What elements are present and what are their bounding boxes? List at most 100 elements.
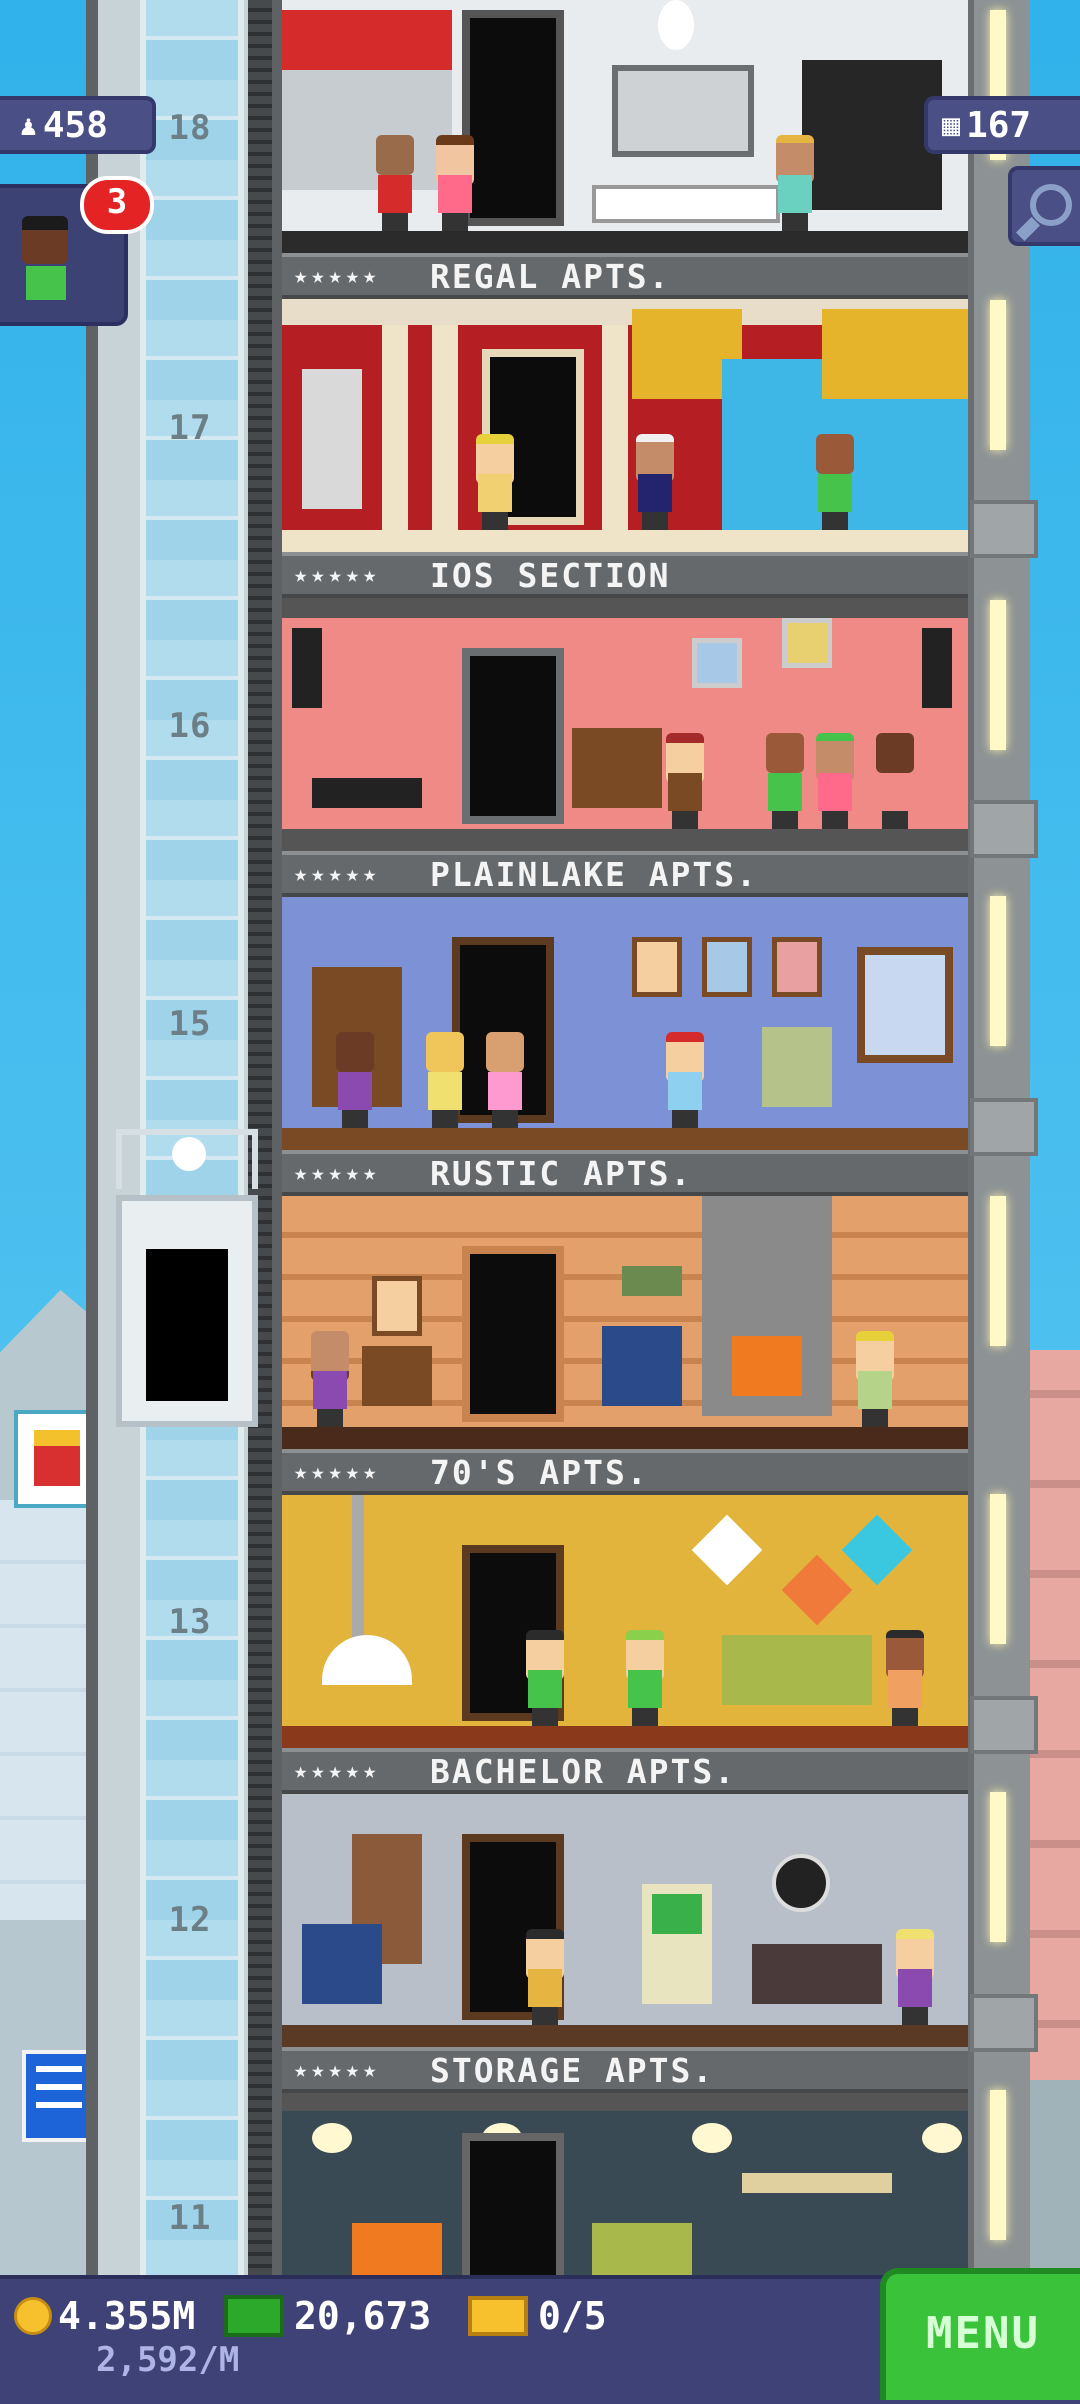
tenant-person[interactable] [622, 1630, 668, 1726]
tenant-person[interactable] [772, 135, 818, 231]
coins-counter[interactable]: 4.355M [14, 2294, 195, 2338]
tenant-person[interactable] [422, 1032, 468, 1128]
hanging-fireplace [322, 1635, 412, 1685]
tenant-person[interactable] [522, 1630, 568, 1726]
tenant-person[interactable] [372, 135, 418, 231]
floor-number-15: 15 [168, 1004, 212, 1044]
gold-curtain [822, 309, 968, 399]
floor-bachelor-apts[interactable]: ★★★★★ BACHELOR APTS. [282, 1495, 968, 1794]
tenant-person[interactable] [852, 1331, 898, 1427]
visitor-avatar [22, 216, 68, 264]
floor-number-11: 11 [168, 2198, 212, 2238]
room-interior [282, 2093, 968, 2275]
floor-name: IOS SECTION [430, 555, 671, 595]
floor-rating-stars: ★★★★★ [294, 2057, 381, 2083]
tenant-person[interactable] [662, 1032, 708, 1128]
room-door [462, 2133, 564, 2275]
floor-label-bar: ★★★★★ RUSTIC APTS. [282, 1150, 968, 1196]
tenant-person[interactable] [332, 1032, 378, 1128]
wall-frame [692, 638, 742, 688]
room-interior [282, 1196, 968, 1449]
floor-name: RUSTIC APTS. [430, 1153, 693, 1193]
hanging-fireplace-pipe [352, 1495, 364, 1645]
room-floor [282, 2025, 968, 2047]
right-light [990, 1196, 1006, 1346]
flower-decal [841, 1514, 913, 1586]
visitor-button[interactable]: 3 [0, 176, 154, 326]
window [857, 947, 953, 1063]
visitor-shirt [26, 266, 66, 300]
tenant-person[interactable] [432, 135, 478, 231]
room-interior [282, 1495, 968, 1748]
tenant-person[interactable] [812, 434, 858, 530]
orange-chair [352, 2223, 442, 2275]
floor-storage-apts[interactable]: ★★★★★ STORAGE APTS. [282, 1794, 968, 2093]
floor-plainlake-apts[interactable]: ★★★★★ PLAINLAKE APTS. [282, 598, 968, 897]
room-floor [282, 1427, 968, 1449]
tenant-person[interactable] [882, 1630, 928, 1726]
coin-icon [14, 2297, 52, 2335]
tenant-person[interactable] [892, 1929, 938, 2025]
tenant-person[interactable] [522, 1929, 568, 2025]
cabinet [572, 728, 662, 808]
right-light [990, 600, 1006, 750]
room-door [462, 1246, 564, 1422]
portrait-frame [702, 937, 752, 997]
fire [732, 1336, 802, 1396]
floor-rating-stars: ★★★★★ [294, 1160, 381, 1186]
floor-name: 70'S APTS. [430, 1452, 649, 1492]
floor-rating-stars: ★★★★★ [294, 1459, 381, 1485]
right-bracket [970, 500, 1038, 558]
bathtub [592, 185, 780, 223]
floor-label-bar: ★★★★★ IOS SECTION [282, 552, 968, 598]
tenant-person[interactable] [632, 434, 678, 530]
room-floor [282, 231, 968, 253]
ceiling-lamp-icon [658, 0, 694, 50]
marble-column [382, 325, 408, 530]
floors-counter[interactable]: ▦ 167 [924, 96, 1080, 154]
right-bracket [970, 1994, 1038, 2052]
tenant-person[interactable] [482, 1032, 528, 1128]
floor-70s-apts[interactable]: ★★★★★ 70'S APTS. [282, 1196, 968, 1495]
wall-shelf [742, 2173, 892, 2193]
floor-label-bar: ★★★★★ 70'S APTS. [282, 1449, 968, 1495]
tickets-counter[interactable]: 0/5 [468, 2294, 607, 2338]
floor-number-12: 12 [168, 1900, 212, 1940]
tenant-person[interactable] [662, 733, 708, 829]
floor-rustic-apts[interactable]: ★★★★★ RUSTIC APTS. [282, 897, 968, 1196]
room-interior [282, 299, 968, 552]
portrait-frame [372, 1276, 422, 1336]
bux-value: 20,673 [294, 2294, 432, 2338]
floor-regal-apts[interactable]: ★★★★★ REGAL APTS. [282, 0, 968, 299]
bux-icon [224, 2295, 284, 2337]
elevator-car[interactable] [116, 1129, 258, 1427]
search-button[interactable] [1008, 166, 1080, 246]
population-counter[interactable]: ♟ 458 [0, 96, 156, 154]
coin-rate: 2,592/M [96, 2340, 240, 2380]
fries-icon [34, 1430, 80, 1486]
right-light [990, 2090, 1006, 2240]
right-bracket [970, 800, 1038, 858]
bux-counter[interactable]: 20,673 [224, 2294, 431, 2338]
menu-button[interactable]: MENU [880, 2268, 1080, 2400]
tenant-person[interactable] [307, 1331, 353, 1427]
tenant-person[interactable] [762, 733, 808, 829]
ceiling-pipe [282, 2093, 968, 2111]
right-light [990, 1494, 1006, 1644]
room-interior [282, 897, 968, 1150]
tenant-person[interactable] [872, 733, 918, 829]
room-floor [282, 1128, 968, 1150]
red-awning [282, 10, 452, 70]
couch [752, 1944, 882, 2004]
floor-ios-section[interactable]: ★★★★★ IOS SECTION [282, 299, 968, 598]
room-floor [282, 530, 968, 552]
kitchen-counter [282, 70, 452, 190]
armchair [602, 1326, 682, 1406]
floor-number-16: 16 [168, 706, 212, 746]
wall-art [612, 65, 754, 157]
portrait-frame [772, 937, 822, 997]
floor-name: BACHELOR APTS. [430, 1751, 737, 1791]
tenant-person[interactable] [812, 733, 858, 829]
floor-11-partial[interactable] [282, 2093, 968, 2275]
tenant-person[interactable] [472, 434, 518, 530]
